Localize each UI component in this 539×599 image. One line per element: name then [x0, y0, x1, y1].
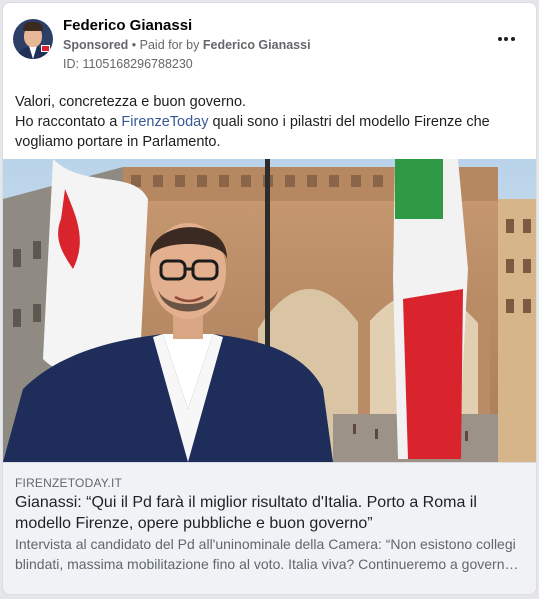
link-description: Intervista al candidato del Pd all'unino…	[15, 534, 524, 574]
post-photo[interactable]	[3, 159, 536, 462]
sponsored-label[interactable]: Sponsored	[63, 38, 128, 52]
firenzetoday-link[interactable]: FirenzeToday	[121, 114, 208, 130]
link-description-line-1: Intervista al candidato del Pd all'unino…	[15, 536, 516, 552]
post-header: Federico Gianassi Sponsored • Paid for b…	[13, 17, 526, 73]
sponsored-meta: Sponsored • Paid for by Federico Gianass…	[63, 38, 311, 52]
post-text: Valori, concretezza e buon governo. Ho r…	[15, 92, 524, 152]
link-domain: FIRENZETODAY.IT	[15, 476, 123, 490]
author-name[interactable]: Federico Gianassi	[63, 17, 192, 34]
post-text-line-1: Valori, concretezza e buon governo.	[15, 94, 247, 110]
more-options-button[interactable]	[492, 27, 520, 51]
paid-for-prefix: Paid for by	[139, 38, 203, 52]
author-avatar[interactable]	[13, 19, 53, 59]
meta-separator: •	[128, 38, 140, 52]
link-preview[interactable]: FIRENZETODAY.IT Gianassi: “Qui il Pd far…	[3, 462, 536, 594]
link-headline[interactable]: Gianassi: “Qui il Pd farà il miglior ris…	[15, 492, 524, 534]
link-description-line-2: blindati, massima mobilitazione fino al …	[15, 556, 524, 572]
sponsored-post-card: Federico Gianassi Sponsored • Paid for b…	[2, 2, 537, 595]
paid-for-name[interactable]: Federico Gianassi	[203, 38, 311, 52]
post-text-line-2: Ho raccontato a FirenzeToday quali sono …	[15, 114, 490, 150]
photo-illustration	[3, 159, 536, 462]
ad-id: ID: 1105168296788230	[63, 57, 193, 71]
more-horizontal-icon	[497, 37, 502, 41]
